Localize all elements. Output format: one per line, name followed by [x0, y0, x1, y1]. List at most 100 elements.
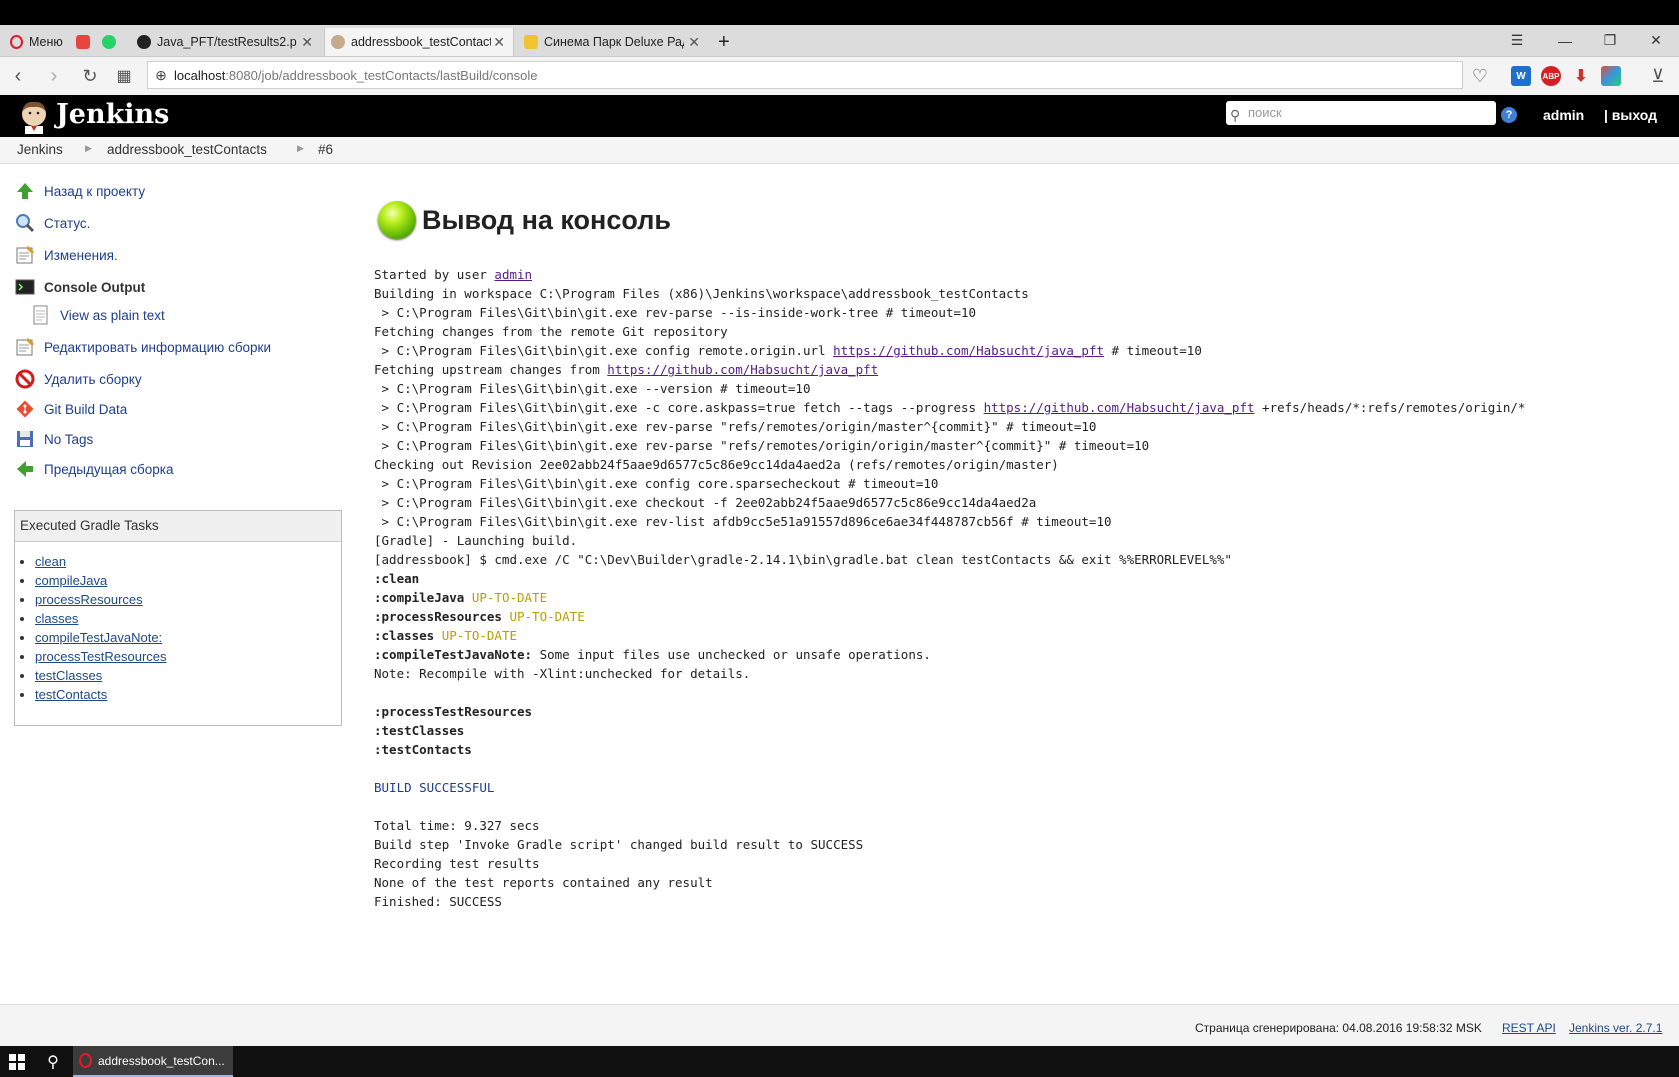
back-arrow-icon[interactable]: ‹ [4, 62, 32, 90]
user-link[interactable]: admin [1543, 107, 1584, 123]
windows-start-icon[interactable] [0, 1046, 34, 1077]
sidebar-item-git-build-data[interactable]: Git Build Data [14, 397, 127, 421]
adblock-icon[interactable]: ABP [1541, 66, 1561, 86]
downloads-icon[interactable]: ⊻ [1644, 62, 1672, 90]
console-output: Started by user admin Building in workspa… [374, 265, 1525, 911]
address-bar[interactable]: ⊕ localhost:8080/job/addressbook_testCon… [147, 61, 1463, 89]
reload-icon[interactable]: ↻ [76, 62, 104, 90]
gradle-task-link[interactable]: processResources [35, 592, 143, 607]
console-link[interactable]: https://github.com/Habsucht/java_pft [984, 400, 1255, 415]
console-line: [Gradle] - Launching build. [374, 531, 1525, 550]
console-line: > C:\Program Files\Git\bin\git.exe confi… [374, 474, 1525, 493]
rest-api-link[interactable]: REST API [1502, 1021, 1556, 1035]
opera-logo-icon [10, 35, 23, 49]
browser-nav-bar: ‹ › ↻ ▦ ⊕ localhost:8080/job/addressbook… [0, 57, 1679, 96]
taskbar-search-icon[interactable]: ⚲ [36, 1046, 70, 1077]
jenkins-title[interactable]: Jenkins [56, 99, 169, 130]
browser-menu-button[interactable]: Меню [4, 28, 66, 56]
tab-label: Java_PFT/testResults2.png [157, 35, 297, 49]
bookmark-heart-icon[interactable]: ♡ [1466, 62, 1494, 90]
gradle-task-item: processResources [35, 590, 341, 609]
cinema-park-icon [524, 35, 538, 49]
new-tab-button[interactable]: + [712, 28, 740, 56]
jenkins-version-link[interactable]: Jenkins ver. 2.7.1 [1569, 1021, 1662, 1035]
logout-link[interactable]: | выход [1604, 107, 1657, 123]
breadcrumb-project[interactable]: addressbook_testContacts [107, 142, 267, 157]
sidebar-item-label: Предыдущая сборка [44, 461, 174, 477]
sidebar-item-plain-text[interactable]: View as plain text [30, 303, 165, 327]
color-extension-icon[interactable] [1601, 66, 1621, 86]
minimize-icon[interactable]: — [1545, 25, 1585, 56]
help-icon[interactable]: ? [1501, 107, 1517, 123]
restore-icon[interactable]: ❐ [1590, 25, 1630, 56]
download-extension-icon[interactable]: ⬇ [1571, 66, 1591, 86]
pinned-tab-mail[interactable] [72, 28, 94, 56]
github-icon [137, 35, 151, 49]
console-text: > C:\Program Files\Git\bin\git.exe rev-p… [374, 419, 1097, 434]
console-line: Finished: SUCCESS [374, 892, 1525, 911]
os-taskbar: ⚲ addressbook_testCon... [0, 1046, 1679, 1077]
gradle-task-link[interactable]: compileTestJavaNote: [35, 630, 162, 645]
breadcrumb-build[interactable]: #6 [318, 142, 333, 157]
gradle-task-link[interactable]: testContacts [35, 687, 107, 702]
sidebar-item-console-output[interactable]: Console Output [14, 275, 145, 299]
console-text: Fetching upstream changes from [374, 362, 608, 377]
console-line: > C:\Program Files\Git\bin\git.exe --ver… [374, 379, 1525, 398]
close-tab-icon[interactable]: ✕ [493, 34, 505, 51]
site-info-icon[interactable]: ⊕ [148, 67, 174, 84]
gradle-task-item: compileJava [35, 571, 341, 590]
close-window-icon[interactable]: ✕ [1636, 25, 1676, 56]
gradle-task-link[interactable]: compileJava [35, 573, 107, 588]
tab-cinema-park[interactable]: Синема Парк Deluxe Радуга ✕ [518, 28, 708, 56]
search-input[interactable]: ⚲ поиск [1226, 101, 1496, 125]
word-extension-icon[interactable]: W [1511, 66, 1531, 86]
console-text: [Gradle] - Launching build. [374, 533, 578, 548]
sidebar-item-previous-build[interactable]: Предыдущая сборка [14, 457, 174, 481]
tab-menu-icon[interactable]: ☰ [1497, 25, 1537, 56]
console-text: :classes [374, 628, 435, 643]
sidebar-item-status[interactable]: Статус. [14, 211, 90, 235]
sidebar-item-delete-build[interactable]: Удалить сборку [14, 367, 142, 391]
console-line: [addressbook] $ cmd.exe /C "C:\Dev\Build… [374, 550, 1525, 569]
sidebar-item-changes[interactable]: Изменения. [14, 243, 118, 267]
console-text: UP-TO-DATE [464, 590, 548, 605]
sidebar-item-edit-build-info[interactable]: Редактировать информацию сборки [14, 335, 271, 359]
console-text: > C:\Program Files\Git\bin\git.exe check… [374, 495, 1037, 510]
pinned-tab-whatsapp[interactable] [98, 28, 120, 56]
breadcrumb-jenkins[interactable]: Jenkins [17, 142, 63, 157]
jenkins-icon [331, 35, 345, 49]
gradle-task-item: testClasses [35, 666, 341, 685]
git-logo-icon [14, 398, 36, 420]
gradle-task-item: testContacts [35, 685, 341, 704]
console-text: Finished: SUCCESS [374, 894, 502, 909]
forward-arrow-icon[interactable]: › [40, 62, 68, 90]
console-line: Total time: 9.327 secs [374, 816, 1525, 835]
tab-github-testresults[interactable]: Java_PFT/testResults2.png ✕ [131, 28, 321, 56]
console-link[interactable]: https://github.com/Habsucht/java_pft [607, 362, 878, 377]
gradle-task-link[interactable]: processTestResources [35, 649, 167, 664]
console-link[interactable]: admin [494, 267, 532, 282]
console-text: > C:\Program Files\Git\bin\git.exe confi… [374, 343, 834, 358]
sidebar-item-label: Удалить сборку [44, 371, 142, 387]
gradle-task-link[interactable]: testClasses [35, 668, 102, 683]
gradle-task-link[interactable]: classes [35, 611, 78, 626]
console-text: None of the test reports contained any r… [374, 875, 713, 890]
tab-jenkins-console[interactable]: addressbook_testContacts ✕ [324, 28, 514, 56]
sidebar-item-label: No Tags [44, 431, 94, 447]
close-tab-icon[interactable]: ✕ [688, 34, 700, 51]
sidebar-item-no-tags[interactable]: No Tags [14, 427, 93, 451]
breadcrumb-separator-icon: ▶ [297, 143, 304, 153]
tab-label: addressbook_testContacts [351, 35, 491, 49]
sidebar-item-label: Изменения. [44, 247, 118, 263]
gradle-task-link[interactable]: clean [35, 554, 66, 569]
console-link[interactable]: https://github.com/Habsucht/java_pft [833, 343, 1104, 358]
gradle-tasks-panel: Executed Gradle Tasks clean compileJava … [14, 510, 342, 726]
notepad-edit-icon [14, 336, 36, 358]
taskbar-app-opera[interactable]: addressbook_testCon... [73, 1046, 233, 1077]
speed-dial-grid-icon[interactable]: ▦ [110, 62, 138, 90]
console-text: Fetching changes from the remote Git rep… [374, 324, 728, 339]
sidebar-item-back-to-project[interactable]: Назад к проекту [14, 179, 145, 203]
close-tab-icon[interactable]: ✕ [301, 34, 313, 51]
